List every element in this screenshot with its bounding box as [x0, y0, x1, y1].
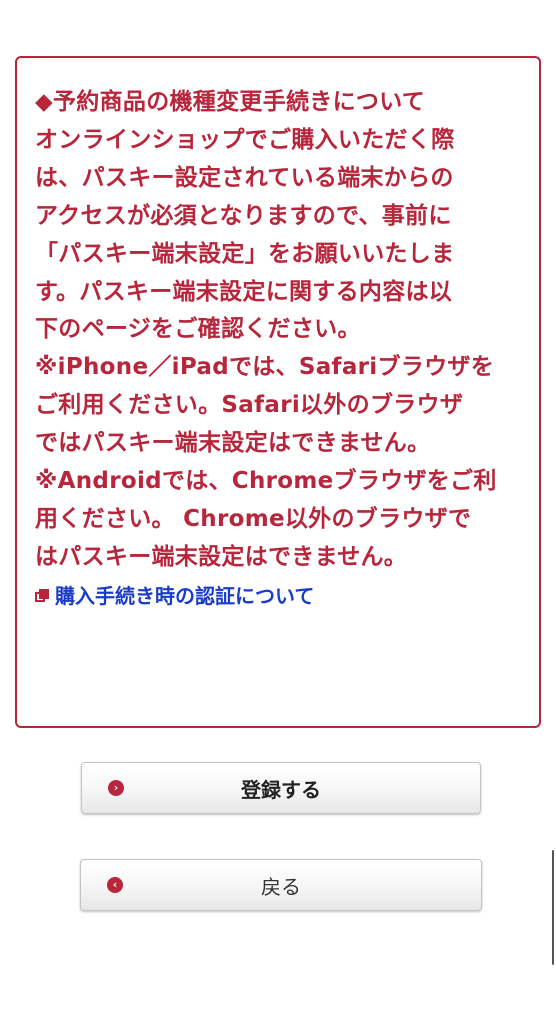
notice-line: ※iPhone／iPadでは、Safariブラウザを: [35, 354, 494, 381]
notice-line: ではパスキー端末設定はできません。: [35, 430, 431, 457]
notice-line: ※Androidでは、Chromeブラウザをご利: [35, 468, 497, 495]
notice-line: は、パスキー設定されている端末からの: [35, 164, 454, 191]
notice-line: はパスキー端末設定はできません。: [35, 543, 408, 570]
notice-line: 用ください。 Chrome以外のブラウザで: [35, 505, 472, 532]
purchase-auth-link[interactable]: 購入手続き時の認証について: [35, 581, 539, 611]
register-button-label: 登録する: [241, 777, 321, 802]
back-button-label: 戻る: [261, 874, 301, 899]
purchase-auth-link-label[interactable]: 購入手続き時の認証について: [55, 581, 314, 611]
external-window-icon: [35, 588, 49, 603]
notice-line: 「パスキー端末設定」をお願いいたしま: [35, 240, 455, 267]
register-button[interactable]: › 登録する: [81, 762, 481, 814]
notice-line: アクセスが必須となりますので、事前に: [35, 202, 452, 229]
back-button[interactable]: ‹ 戻る: [80, 859, 482, 911]
scrollbar[interactable]: [552, 850, 554, 965]
notice-line: オンラインショップでご購入いただく際: [35, 126, 455, 153]
notice-line: ◆予約商品の機種変更手続きについて: [35, 89, 426, 115]
notice-line: す。パスキー端末設定に関する内容は以: [35, 278, 453, 305]
notice-line: 下のページをご確認ください。: [35, 316, 361, 343]
notice-box: ◆予約商品の機種変更手続きについて オンラインショップでご購入いただく際 は、パ…: [15, 56, 541, 728]
notice-line: ご利用ください。Safari以外のブラウザ: [35, 392, 464, 419]
